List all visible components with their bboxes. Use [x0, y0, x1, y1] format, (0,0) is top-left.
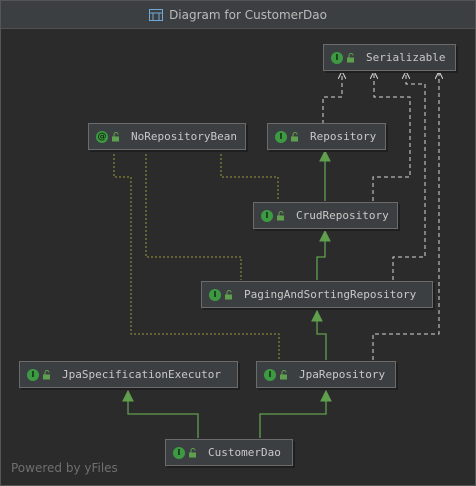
annotation-icon: @: [96, 130, 108, 143]
unlocked-icon: [280, 369, 287, 379]
interface-icon: I: [331, 51, 343, 64]
interface-icon: I: [264, 368, 276, 381]
window-title: Diagram for CustomerDao: [169, 7, 327, 22]
node-customer-dao[interactable]: I CustomerDao: [165, 439, 293, 466]
interface-icon: I: [209, 288, 221, 301]
jpa-extends-paging: [311, 309, 327, 360]
unlocked-icon: [112, 131, 119, 141]
unlocked-icon: [43, 369, 50, 379]
unlocked-icon: [277, 210, 284, 220]
node-label: NoRepositoryBean: [131, 130, 237, 143]
node-label: PagingAndSortingRepository: [244, 288, 417, 301]
node-crud-repository[interactable]: I CrudRepository: [253, 202, 398, 229]
diagram-icon: [149, 8, 164, 21]
annotation-links: [113, 150, 280, 360]
node-paging-and-sorting-repository[interactable]: I PagingAndSortingRepository: [201, 281, 433, 308]
annotation-link-paging: [145, 150, 242, 280]
unlocked-icon: [347, 52, 354, 62]
node-jpa-repository[interactable]: I JpaRepository: [256, 361, 396, 388]
node-label: Serializable: [366, 51, 446, 64]
node-jpa-specification-executor[interactable]: I JpaSpecificationExecutor: [19, 361, 238, 388]
node-serializable[interactable]: I Serializable: [323, 44, 456, 71]
unlocked-icon: [225, 289, 232, 299]
title-bar: Diagram for CustomerDao: [1, 1, 475, 29]
yfiles-watermark: Powered by yFiles: [11, 461, 118, 475]
node-label: JpaSpecificationExecutor: [62, 368, 221, 381]
unlocked-icon: [189, 447, 196, 457]
paging-extends-crud: [316, 229, 331, 280]
diagram-canvas[interactable]: I Serializable @ NoRepositoryBean I Repo…: [1, 29, 475, 485]
annotation-link-crud: [220, 150, 279, 201]
node-label: CustomerDao: [208, 446, 281, 459]
node-label: CrudRepository: [296, 209, 389, 222]
interface-icon: I: [173, 446, 185, 459]
paging-to-serializable: [392, 72, 426, 280]
node-label: Repository: [310, 130, 377, 143]
node-repository[interactable]: I Repository: [267, 123, 386, 150]
unlocked-icon: [291, 131, 298, 141]
interface-icon: I: [27, 368, 39, 381]
edges-layer: [113, 29, 475, 438]
interface-icon: I: [261, 209, 273, 222]
dao-extends-jparepository: [259, 389, 332, 438]
annotation-link-jpa: [113, 150, 280, 360]
diagram-window: Diagram for CustomerDao I Serializable @…: [0, 0, 476, 486]
node-label: JpaRepository: [299, 368, 386, 381]
repository-to-serializable: [322, 72, 342, 124]
dao-extends-specexecutor: [122, 389, 199, 438]
node-no-repository-bean[interactable]: @ NoRepositoryBean: [88, 123, 246, 150]
interface-icon: I: [275, 130, 287, 143]
